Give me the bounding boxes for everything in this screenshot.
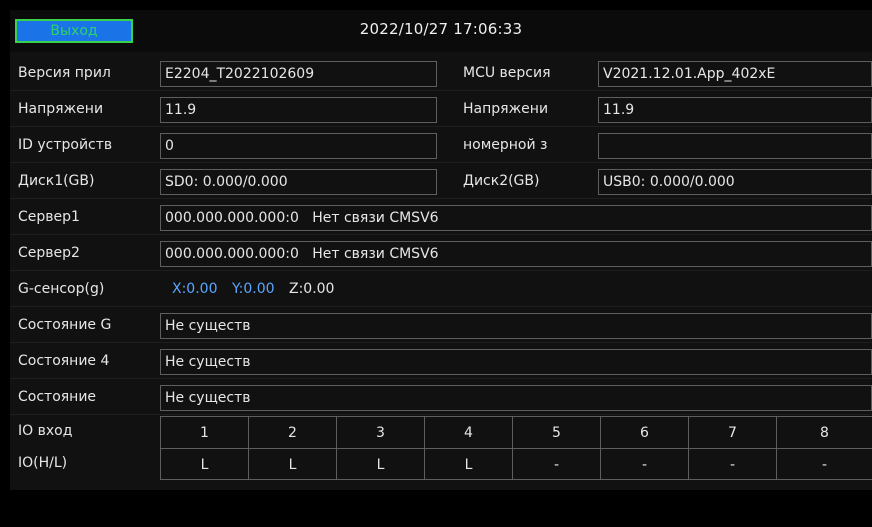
server1-field: 000.000.000.000:0 Нет связи CMSV6 — [160, 205, 872, 231]
disk1-label: Диск1(GB) — [18, 173, 95, 189]
io-input-row: IO вход 1 2 3 4 5 6 7 8 — [10, 416, 872, 448]
device-id-label: ID устройств — [18, 137, 113, 153]
server2-label: Сервер2 — [18, 245, 80, 261]
disk2-label: Диск2(GB) — [463, 173, 540, 189]
voltage2-label: Напряжени — [463, 101, 549, 117]
gsensor-values: X:0.00 Y:0.00 Z:0.00 — [172, 281, 344, 297]
io-level-8: - — [776, 448, 872, 480]
server2-field: 000.000.000.000:0 Нет связи CMSV6 — [160, 241, 872, 267]
gsensor-label: G-сенсор(g) — [18, 281, 105, 297]
plate-number-field[interactable] — [598, 133, 872, 159]
state-label: Состояние — [18, 389, 97, 405]
io-level-3: L — [336, 448, 424, 480]
io-level-6: - — [600, 448, 688, 480]
voltage2-field: 11.9 — [598, 97, 872, 123]
io-channel-5: 5 — [512, 416, 600, 448]
io-level-7: - — [688, 448, 776, 480]
plate-number-label: номерной з — [463, 137, 548, 153]
mcu-version-field: V2021.12.01.App_402xE — [598, 61, 872, 87]
io-channel-8: 8 — [776, 416, 872, 448]
server1-label: Сервер1 — [18, 209, 80, 225]
row-device-id: ID устройств 0 номерной з — [10, 130, 872, 163]
io-channel-1: 1 — [160, 416, 248, 448]
row-disks: Диск1(GB) SD0: 0.000/0.000 Диск2(GB) USB… — [10, 166, 872, 199]
voltage-label: Напряжени — [18, 101, 104, 117]
io-channel-3: 3 — [336, 416, 424, 448]
disk1-field: SD0: 0.000/0.000 — [160, 169, 437, 195]
gsensor-y: Y:0.00 — [231, 281, 275, 297]
io-input-label: IO вход — [18, 423, 73, 439]
io-channel-2: 2 — [248, 416, 336, 448]
state-field: Не существ — [160, 385, 872, 411]
gsensor-z: Z:0.00 — [288, 281, 335, 297]
row-app-version: Версия прил E2204_T2022102609 MCU версия… — [10, 58, 872, 91]
device-info-screen: Выход 2022/10/27 17:06:33 Версия прил E2… — [10, 10, 872, 490]
io-channel-7: 7 — [688, 416, 776, 448]
row-state-g: Состояние G Не существ — [10, 310, 872, 343]
io-level-4: L — [424, 448, 512, 480]
top-bar: Выход 2022/10/27 17:06:33 — [10, 10, 872, 52]
row-gsensor: G-сенсор(g) X:0.00 Y:0.00 Z:0.00 — [10, 274, 872, 307]
state-g-label: Состояние G — [18, 317, 112, 333]
row-state: Состояние Не существ — [10, 382, 872, 415]
state-4-field: Не существ — [160, 349, 872, 375]
gsensor-x: X:0.00 — [172, 281, 218, 297]
app-version-field: E2204_T2022102609 — [160, 61, 437, 87]
state-4-label: Состояние 4 — [18, 353, 110, 369]
io-level-2: L — [248, 448, 336, 480]
row-server2: Сервер2 000.000.000.000:0 Нет связи CMSV… — [10, 238, 872, 271]
io-level-1: L — [160, 448, 248, 480]
device-id-field[interactable]: 0 — [160, 133, 437, 159]
io-channel-6: 6 — [600, 416, 688, 448]
mcu-version-label: MCU версия — [463, 65, 551, 81]
io-channel-4: 4 — [424, 416, 512, 448]
io-level-5: - — [512, 448, 600, 480]
io-level-row: IO(H/L) L L L L - - - - — [10, 448, 872, 480]
disk2-field: USB0: 0.000/0.000 — [598, 169, 872, 195]
voltage-field: 11.9 — [160, 97, 437, 123]
row-state-4: Состояние 4 Не существ — [10, 346, 872, 379]
io-level-label: IO(H/L) — [18, 455, 68, 471]
row-server1: Сервер1 000.000.000.000:0 Нет связи CMSV… — [10, 202, 872, 235]
datetime-display: 2022/10/27 17:06:33 — [359, 20, 523, 38]
app-version-label: Версия прил — [18, 65, 111, 81]
state-g-field: Не существ — [160, 313, 872, 339]
row-voltage: Напряжени 11.9 Напряжени 11.9 — [10, 94, 872, 127]
